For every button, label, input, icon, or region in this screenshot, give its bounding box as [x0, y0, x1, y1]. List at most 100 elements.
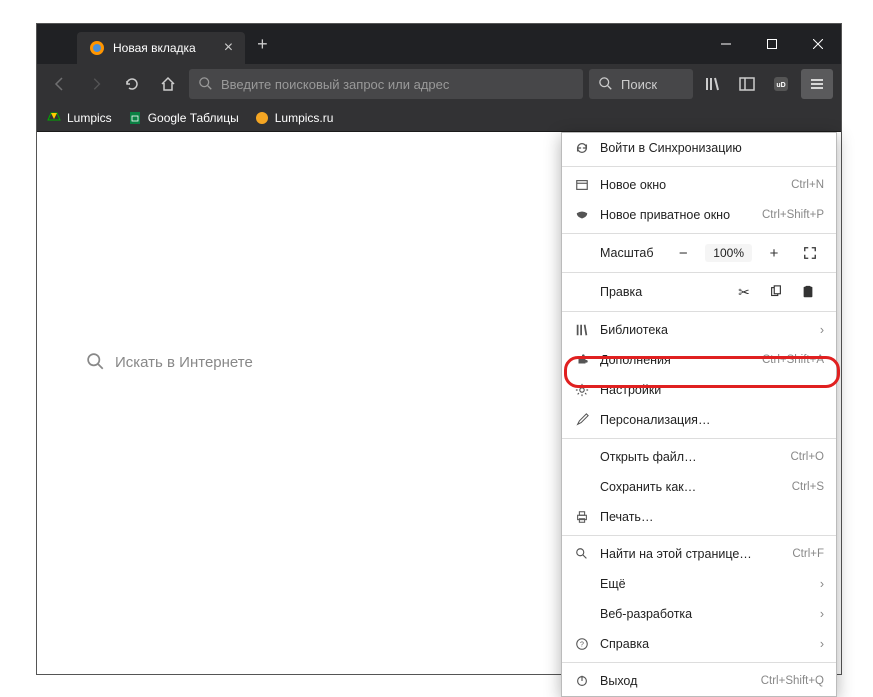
chevron-right-icon: › [820, 607, 824, 621]
forward-button[interactable] [81, 69, 111, 99]
menu-settings[interactable]: Настройки [562, 375, 836, 405]
separator [562, 272, 836, 273]
copy-button[interactable] [760, 285, 792, 299]
menu-label: Справка [600, 637, 810, 651]
svg-text:?: ? [580, 642, 584, 649]
menu-label: Открыть файл… [600, 450, 780, 464]
window-icon [574, 178, 590, 192]
menu-library[interactable]: Библиотека › [562, 315, 836, 345]
menu-addons[interactable]: Дополнения Ctrl+Shift+A [562, 345, 836, 375]
sidebar-icon[interactable] [733, 70, 761, 98]
library-icon[interactable] [699, 70, 727, 98]
new-tab-button[interactable]: + [257, 34, 268, 55]
menu-label: Дополнения [600, 353, 752, 367]
menu-help[interactable]: ? Справка › [562, 629, 836, 659]
separator [562, 311, 836, 312]
menu-new-private[interactable]: Новое приватное окно Ctrl+Shift+P [562, 200, 836, 230]
menu-zoom: Масштаб − 100% + [562, 237, 836, 269]
menu-more[interactable]: Ещё › [562, 569, 836, 599]
menu-edit: Правка ✂ [562, 276, 836, 308]
search-placeholder: Поиск [621, 77, 657, 92]
toolbar: Введите поисковый запрос или адрес Поиск… [37, 64, 841, 104]
bookmark-label: Lumpics.ru [275, 111, 334, 125]
bookmark-label: Lumpics [67, 111, 112, 125]
close-button[interactable] [795, 24, 841, 64]
menu-new-window[interactable]: Новое окно Ctrl+N [562, 170, 836, 200]
menu-open-file[interactable]: Открыть файл… Ctrl+O [562, 442, 836, 472]
menu-exit[interactable]: Выход Ctrl+Shift+Q [562, 666, 836, 696]
menu-find[interactable]: Найти на этой странице… Ctrl+F [562, 539, 836, 569]
zoom-label: Масштаб [574, 246, 661, 260]
search-icon [574, 547, 590, 561]
search-bar[interactable]: Поиск [589, 69, 693, 99]
menu-label: Печать… [600, 510, 824, 524]
sheets-icon [128, 111, 142, 125]
mask-icon [574, 208, 590, 222]
menu-save-as[interactable]: Сохранить как… Ctrl+S [562, 472, 836, 502]
separator [562, 535, 836, 536]
menu-customize[interactable]: Персонализация… [562, 405, 836, 435]
chevron-right-icon: › [820, 323, 824, 337]
bookmark-item[interactable]: Lumpics [47, 111, 112, 125]
menu-label: Новое приватное окно [600, 208, 752, 222]
menu-label: Персонализация… [600, 413, 824, 427]
zoom-value[interactable]: 100% [705, 244, 752, 262]
maximize-button[interactable] [749, 24, 795, 64]
zoom-out-button[interactable]: − [669, 241, 697, 265]
shortcut: Ctrl+Shift+A [762, 354, 824, 366]
globe-icon [255, 111, 269, 125]
menu-label: Настройки [600, 383, 824, 397]
library-icon [574, 323, 590, 337]
url-bar[interactable]: Введите поисковый запрос или адрес [189, 69, 583, 99]
menu-sync[interactable]: Войти в Синхронизацию [562, 133, 836, 163]
ublock-icon[interactable]: uD [767, 70, 795, 98]
zoom-in-button[interactable]: + [760, 241, 788, 265]
separator [562, 438, 836, 439]
gear-icon [574, 383, 590, 397]
back-button[interactable] [45, 69, 75, 99]
chevron-right-icon: › [820, 577, 824, 591]
edit-label: Правка [574, 285, 728, 299]
chevron-right-icon: › [820, 637, 824, 651]
fullscreen-button[interactable] [796, 241, 824, 265]
svg-text:uD: uD [776, 82, 785, 89]
search-icon [599, 77, 613, 91]
shortcut: Ctrl+S [792, 481, 824, 493]
bookmark-item[interactable]: Lumpics.ru [255, 111, 334, 125]
power-icon [574, 674, 590, 688]
cut-button[interactable]: ✂ [728, 284, 760, 301]
shortcut: Ctrl+O [790, 451, 824, 463]
menu-webdev[interactable]: Веб-разработка › [562, 599, 836, 629]
menu-label: Ещё [600, 577, 810, 591]
menu-label: Найти на этой странице… [600, 547, 782, 561]
browser-window: Новая вкладка × + Введите поисковый запр… [36, 23, 842, 675]
menu-label: Выход [600, 674, 751, 688]
active-tab[interactable]: Новая вкладка × [77, 32, 245, 64]
app-menu-button[interactable] [801, 69, 833, 99]
url-placeholder: Введите поисковый запрос или адрес [221, 77, 449, 92]
reload-button[interactable] [117, 69, 147, 99]
bookmark-label: Google Таблицы [148, 111, 239, 125]
sync-icon [574, 141, 590, 155]
minimize-button[interactable] [703, 24, 749, 64]
tab-close-icon[interactable]: × [224, 39, 233, 57]
home-button[interactable] [153, 69, 183, 99]
newtab-search[interactable]: Искать в Интернете [87, 342, 527, 382]
separator [562, 166, 836, 167]
titlebar: Новая вкладка × + [37, 24, 841, 64]
search-icon [87, 353, 105, 371]
drive-icon [47, 111, 61, 125]
app-menu: Войти в Синхронизацию Новое окно Ctrl+N … [561, 132, 837, 697]
bookmark-item[interactable]: Google Таблицы [128, 111, 239, 125]
paste-button[interactable] [792, 285, 824, 299]
menu-label: Веб-разработка [600, 607, 810, 621]
separator [562, 662, 836, 663]
bookmarks-bar: Lumpics Google Таблицы Lumpics.ru [37, 104, 841, 132]
tab-title: Новая вкладка [113, 41, 196, 55]
menu-print[interactable]: Печать… [562, 502, 836, 532]
help-icon: ? [574, 637, 590, 651]
separator [562, 233, 836, 234]
firefox-icon [89, 40, 105, 56]
search-icon [199, 77, 213, 91]
brush-icon [574, 413, 590, 427]
